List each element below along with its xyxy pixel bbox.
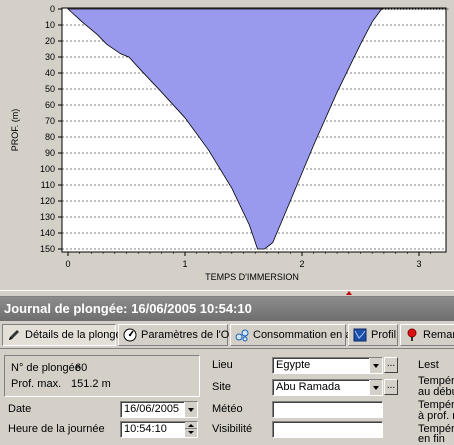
meteo-label: Météo: [212, 403, 243, 415]
lieu-combo[interactable]: Egypte: [272, 357, 383, 374]
arrow-up-icon: [188, 423, 194, 427]
lieu-dropdown-button[interactable]: [369, 358, 382, 373]
y-tick-label: 80: [45, 132, 55, 142]
spin-up-button[interactable]: [185, 422, 197, 429]
max-depth-label: Prof. max.: [11, 378, 62, 390]
y-tick-label: 20: [45, 36, 55, 46]
date-value: 16/06/2005: [124, 403, 180, 415]
tab-details[interactable]: Détails de la plongée: [2, 324, 128, 346]
date-label: Date: [8, 403, 32, 415]
time-value: 10:54:10: [124, 423, 167, 435]
y-tick-label: 60: [45, 100, 55, 110]
y-tick-label: 140: [40, 228, 55, 238]
time-field[interactable]: 10:54:10: [120, 421, 198, 438]
time-spinner[interactable]: [185, 422, 197, 437]
bubbles-icon: [235, 329, 249, 342]
tab-air-consumption-label: Consommation en air: [253, 329, 358, 341]
date-field[interactable]: 16/06/2005: [120, 401, 198, 418]
tab-op-params[interactable]: Paramètres de l'OP: [118, 324, 237, 346]
tab-details-label: Détails de la plongée: [25, 329, 128, 341]
tab-op-params-label: Paramètres de l'OP: [141, 329, 237, 341]
y-tick-label: 30: [45, 52, 55, 62]
y-tick-label: 0: [50, 4, 55, 14]
splitter-bar[interactable]: [0, 290, 454, 297]
x-tick-label: 0: [65, 259, 70, 269]
y-axis-ticks: 0 10 20 30 40 50 60 70 80 90 100 110 120 130 140 150: [40, 4, 62, 254]
y-tick-label: 90: [45, 148, 55, 158]
tab-bar: Détails de la plongée Paramètres de l'OP…: [0, 321, 454, 349]
y-tick-label: 10: [45, 20, 55, 30]
y-tick-label: 130: [40, 212, 55, 222]
x-axis-ticks: 0 1 2 3: [65, 252, 432, 269]
tab-profile-label: Profil: [371, 329, 397, 341]
profile-chart-svg: 0 10 20 30 40 50 60 70 80 90 100 110 120 130 140 150 0 1…: [10, 4, 449, 282]
site-dropdown-button[interactable]: [369, 380, 382, 395]
chevron-down-icon: [188, 407, 194, 412]
arrow-down-icon: [188, 431, 194, 434]
log-title-bar: Journal de plongée: 16/06/2005 10:54:10: [0, 297, 454, 321]
dive-number-value: 60: [75, 362, 88, 374]
profile-icon: [353, 328, 367, 342]
log-title: Journal de plongée: 16/06/2005 10:54:10: [4, 301, 252, 316]
x-tick-label: 3: [416, 259, 421, 269]
time-label: Heure de la journée: [8, 423, 105, 435]
tab-remarks[interactable]: Remarq: [400, 324, 454, 346]
dive-details-panel: N° de plongée 60 Prof. max. 151.2 m Date…: [0, 349, 454, 445]
splitter-grip-icon[interactable]: [346, 291, 352, 295]
lieu-value: Egypte: [276, 359, 311, 371]
x-tick-label: 2: [299, 259, 304, 269]
y-tick-label: 40: [45, 68, 55, 78]
site-browse-button[interactable]: ...: [384, 379, 398, 395]
x-tick-label: 1: [182, 259, 187, 269]
dive-profile-chart: 0 10 20 30 40 50 60 70 80 90 100 110 120 130 140 150 0 1…: [0, 0, 454, 290]
meteo-field[interactable]: [272, 401, 383, 418]
site-label: Site: [212, 381, 231, 393]
spin-down-button[interactable]: [185, 429, 197, 436]
y-tick-label: 110: [41, 180, 55, 190]
gauge-icon: [123, 328, 137, 342]
temp-depth-label-2: à prof. m: [418, 410, 454, 422]
temp-end-label-2: en fin: [418, 433, 445, 445]
lieu-label: Lieu: [212, 359, 233, 371]
tab-profile[interactable]: Profil: [348, 324, 398, 346]
chevron-down-icon: [373, 385, 379, 390]
y-tick-label: 50: [45, 84, 55, 94]
pen-icon: [9, 330, 19, 340]
tab-air-consumption[interactable]: Consommation en air: [230, 324, 358, 346]
chevron-down-icon: [373, 363, 379, 368]
pin-icon: [407, 328, 417, 341]
visibilite-label: Visibilité: [212, 423, 253, 435]
y-tick-label: 70: [45, 116, 55, 126]
date-dropdown-button[interactable]: [184, 402, 197, 417]
y-tick-label: 120: [40, 196, 55, 206]
y-tick-label: 150: [40, 244, 55, 254]
x-axis-title: TEMPS D'IMMERSION: [205, 272, 299, 282]
site-combo[interactable]: Abu Ramada: [272, 379, 383, 396]
site-value: Abu Ramada: [276, 381, 341, 393]
max-depth-value: 151.2 m: [71, 378, 111, 390]
visibilite-field[interactable]: [272, 421, 383, 438]
lieu-browse-button[interactable]: ...: [384, 357, 398, 373]
tab-remarks-label: Remarq: [423, 329, 454, 341]
y-tick-label: 100: [40, 164, 55, 174]
temp-start-label-2: au début: [418, 386, 454, 398]
lest-label: Lest: [418, 359, 439, 371]
dive-summary-box: N° de plongée 60 Prof. max. 151.2 m: [4, 355, 200, 397]
y-axis-title: PROF. (m): [10, 109, 20, 152]
dive-number-label: N° de plongée: [11, 362, 81, 374]
